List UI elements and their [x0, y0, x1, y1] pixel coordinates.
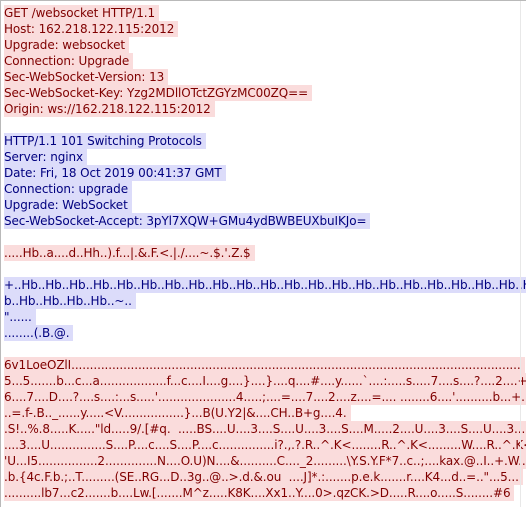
server-stream-line[interactable]: Server: nginx [4, 149, 87, 165]
client-stream-line[interactable]: 5...5.......b...c...a..................f… [4, 373, 526, 389]
client-stream-line[interactable]: ..=.f-.B.._......y.....<V...............… [4, 405, 351, 421]
server-stream-line[interactable]: Upgrade: WebSocket [4, 197, 132, 213]
client-stream-line[interactable]: .....Hb..a....d..Hh..).f...|.&.F.<.|./..… [4, 245, 255, 261]
client-stream-line[interactable]: GET /websocket HTTP/1.1 [4, 5, 160, 21]
client-stream-line[interactable]: .b.{4c.F.b.;..T.........(SE..RG...D..3g.… [4, 469, 523, 485]
server-response-block: +..Hb..Hb..Hb..Hb..Hb..Hb..Hb..Hb..Hb..H… [4, 277, 526, 341]
client-stream-line[interactable]: Sec-WebSocket-Key: Yzg2MDllOTctZGYzMC00Z… [4, 85, 313, 101]
scroll-gutter-divider [520, 1, 521, 507]
client-request-block: GET /websocket HTTP/1.1 Host: 162.218.122… [4, 5, 526, 117]
server-response-block: HTTP/1.1 101 Switching Protocols Server: … [4, 133, 526, 229]
server-stream-line[interactable]: ........(.B.@. [4, 325, 74, 341]
server-stream-line[interactable]: Date: Fri, 18 Oct 2019 00:41:37 GMT [4, 165, 226, 181]
client-stream-line[interactable]: 'U...I5................2..............N.… [4, 453, 526, 469]
server-stream-line[interactable]: HTTP/1.1 101 Switching Protocols [4, 133, 206, 149]
tcp-stream-view[interactable]: GET /websocket HTTP/1.1 Host: 162.218.122… [0, 0, 526, 507]
client-stream-line[interactable]: Connection: Upgrade [4, 53, 134, 69]
client-stream-line[interactable]: .S!..%.8.....K....."ld.....9/.[#q. .....… [4, 421, 526, 437]
server-stream-line[interactable]: "...... [4, 309, 36, 325]
server-stream-line[interactable]: b..Hb..Hb..Hb..Hb..~.. [4, 293, 136, 309]
client-request-block: .....Hb..a....d..Hh..).f...|.&.F.<.|./..… [4, 245, 526, 261]
server-stream-line[interactable]: Sec-WebSocket-Accept: 3pYl7XQW+GMu4ydBWB… [4, 213, 371, 229]
stream-blocks: GET /websocket HTTP/1.1 Host: 162.218.122… [4, 5, 526, 501]
client-request-block: 6v1LoeOZlI..............................… [4, 357, 526, 501]
server-stream-line[interactable]: Connection: upgrade [4, 181, 132, 197]
client-stream-line[interactable]: ....3....U...............S....P....c....… [4, 437, 526, 453]
client-stream-line[interactable]: 6....7....D....?....s....:...s.....'....… [4, 389, 526, 405]
client-stream-line[interactable]: Origin: ws://162.218.122.115:2012 [4, 101, 215, 117]
client-stream-line[interactable]: ..........lb7...c2.......b....Lw.[......… [4, 485, 515, 501]
client-stream-line[interactable]: 6v1LoeOZlI..............................… [4, 357, 525, 373]
client-stream-line[interactable]: Host: 162.218.122.115:2012 [4, 21, 179, 37]
client-stream-line[interactable]: Upgrade: websocket [4, 37, 129, 53]
client-stream-line[interactable]: Sec-WebSocket-Version: 13 [4, 69, 169, 85]
server-stream-line[interactable]: +..Hb..Hb..Hb..Hb..Hb..Hb..Hb..Hb..Hb..H… [4, 277, 526, 293]
